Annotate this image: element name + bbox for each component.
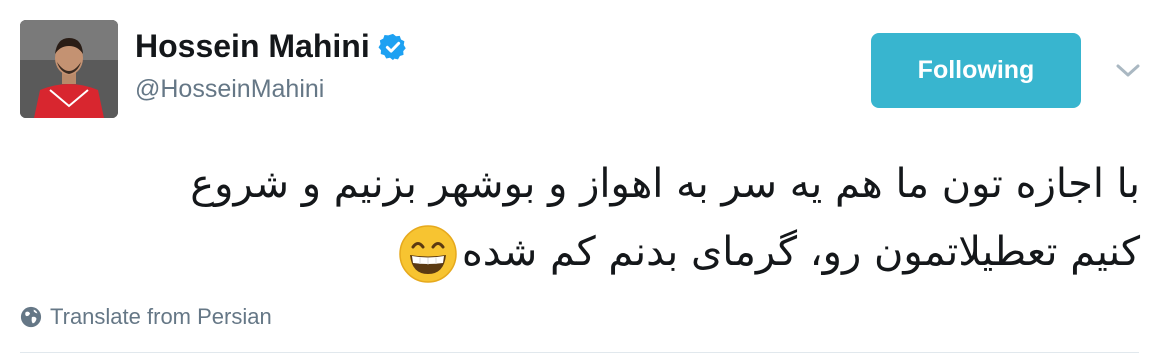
- translate-label: Translate from Persian: [50, 304, 272, 329]
- grinning-emoji-icon: [398, 224, 458, 284]
- translate-link[interactable]: Translate from Persian: [20, 304, 272, 330]
- more-options-button[interactable]: [1110, 56, 1146, 86]
- divider: [20, 352, 1139, 353]
- user-handle[interactable]: @HosseinMahini: [135, 75, 324, 104]
- globe-icon: [20, 306, 42, 328]
- following-button[interactable]: Following: [871, 33, 1081, 108]
- avatar[interactable]: [20, 20, 118, 118]
- display-name-text: Hossein Mahini: [135, 28, 370, 64]
- tweet-text: با اجازه تون ما هم یه سر به اهواز و بوشه…: [60, 150, 1140, 286]
- tweet-line-1: با اجازه تون ما هم یه سر به اهواز و بوشه…: [190, 161, 1140, 207]
- verified-badge-icon: [378, 32, 408, 62]
- tweet-line-2: کنیم تعطیلاتمون رو، گرمای بدنم کم شده: [60, 218, 1140, 286]
- tweet-line-2-text: کنیم تعطیلاتمون رو، گرمای بدنم کم شده: [461, 229, 1140, 275]
- chevron-down-icon: [1116, 64, 1140, 77]
- display-name[interactable]: Hossein Mahini: [135, 28, 408, 65]
